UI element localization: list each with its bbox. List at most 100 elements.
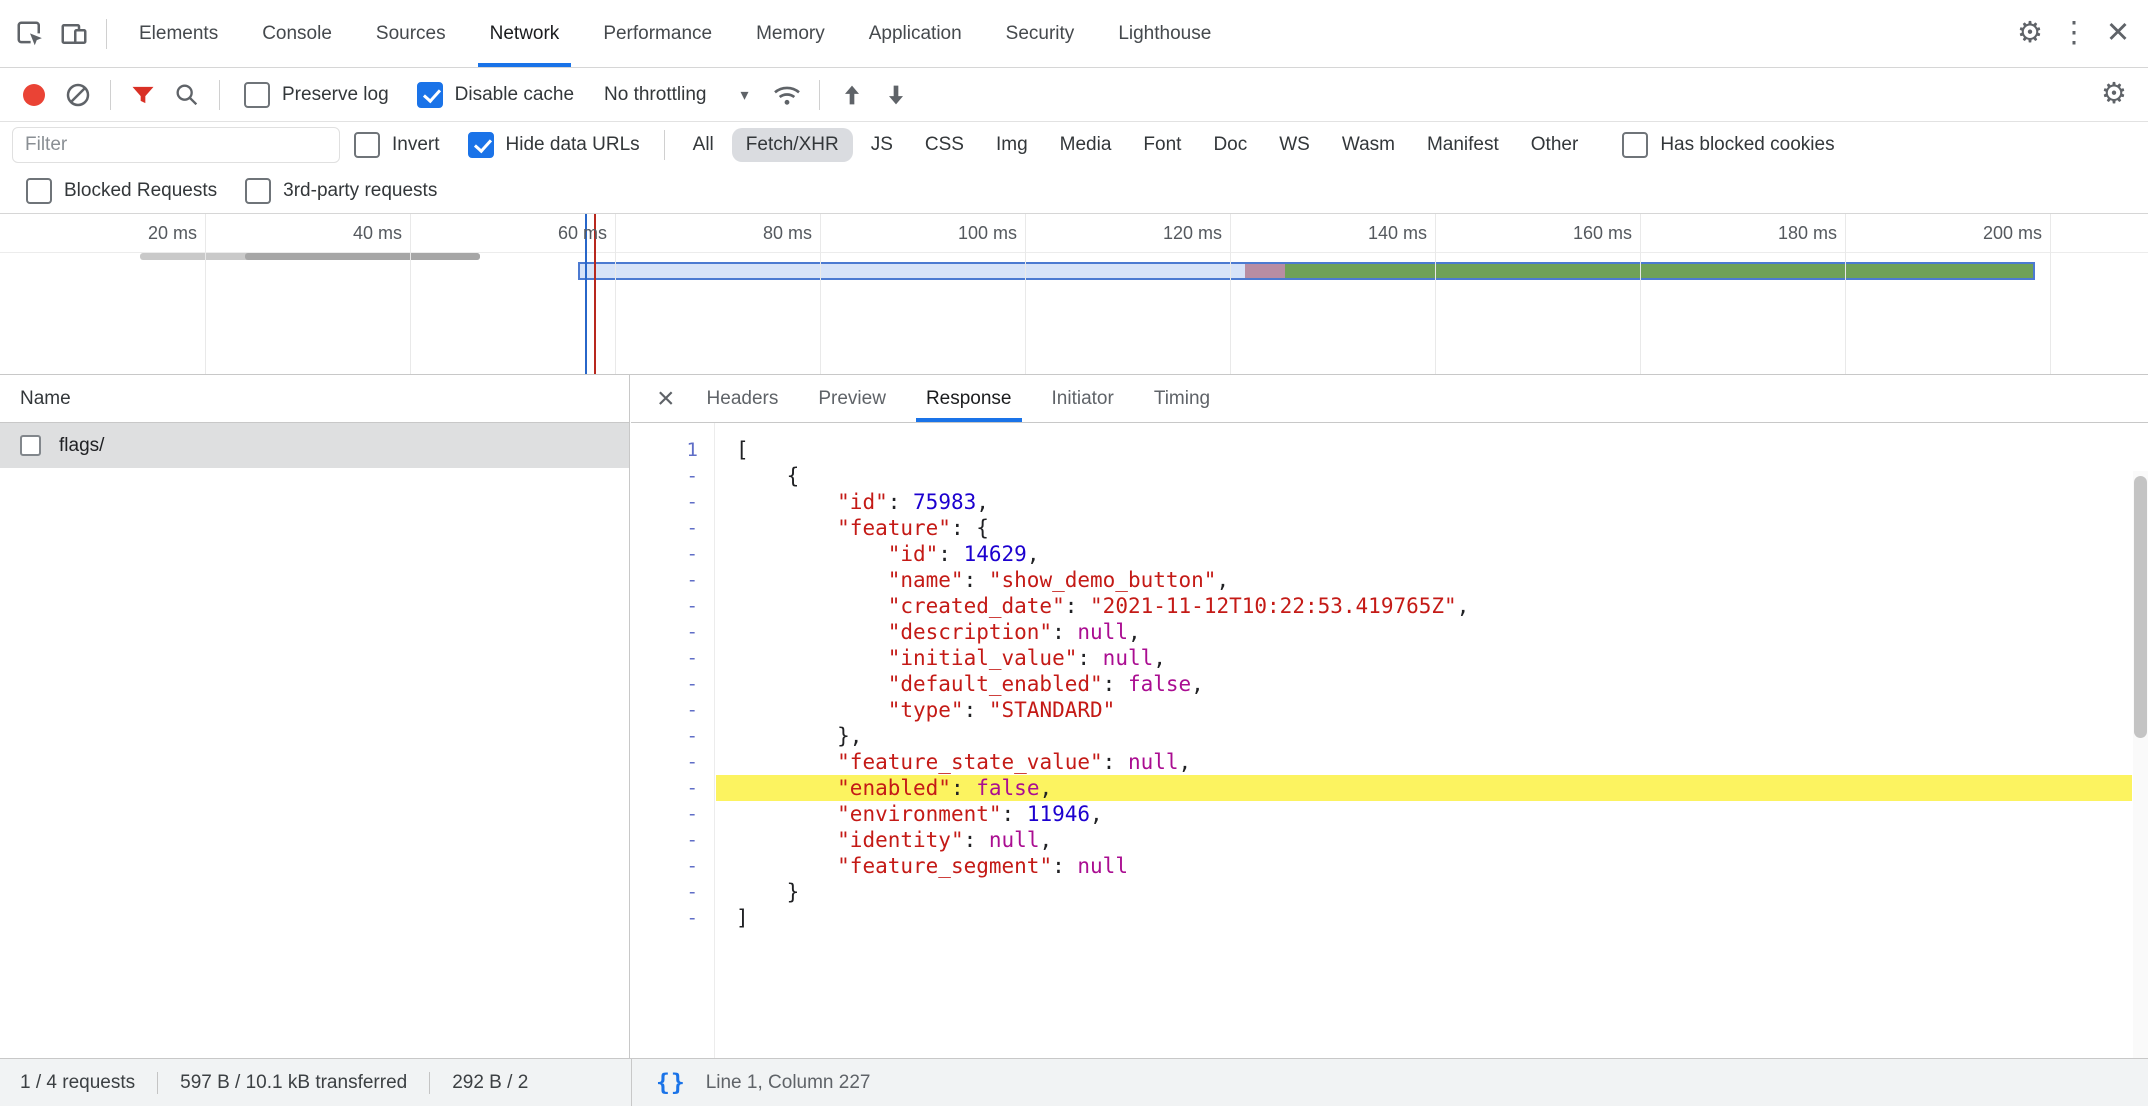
- filter-input[interactable]: [12, 127, 340, 163]
- import-har-icon[interactable]: [830, 73, 874, 117]
- network-toolbar: Preserve log Disable cache No throttling…: [0, 68, 2148, 122]
- checkbox-label: Hide data URLs: [506, 134, 640, 156]
- gutter-line-number: -: [631, 463, 714, 489]
- request-checkbox[interactable]: [20, 435, 41, 456]
- cursor-position: Line 1, Column 227: [706, 1072, 871, 1094]
- tab-sources[interactable]: Sources: [354, 0, 468, 67]
- code-line: "feature_segment": null: [716, 853, 2132, 879]
- tab-console[interactable]: Console: [240, 0, 354, 67]
- detail-tab-preview[interactable]: Preview: [798, 375, 906, 422]
- waterfall-download-segment: [1285, 264, 2033, 278]
- filter-type-doc[interactable]: Doc: [1199, 128, 1261, 162]
- code-line: }: [716, 879, 2132, 905]
- hide-data-urls-checkbox[interactable]: Hide data URLs: [468, 132, 640, 158]
- request-row[interactable]: flags/: [0, 423, 629, 468]
- scrollbar-thumb[interactable]: [2134, 476, 2147, 738]
- filter-type-css[interactable]: CSS: [911, 128, 978, 162]
- timeline-overview[interactable]: 20 ms40 ms60 ms80 ms100 ms120 ms140 ms16…: [0, 214, 2148, 375]
- code-line: "id": 14629,: [716, 541, 2132, 567]
- search-icon[interactable]: [165, 73, 209, 117]
- request-list-panel: Name flags/: [0, 375, 630, 1058]
- filter-type-font[interactable]: Font: [1129, 128, 1195, 162]
- timeline-tick-label: 120 ms: [1022, 223, 1222, 244]
- filter-type-media[interactable]: Media: [1046, 128, 1126, 162]
- settings-gear-icon[interactable]: ⚙: [2008, 12, 2052, 56]
- tab-performance[interactable]: Performance: [581, 0, 734, 67]
- preserve-log-checkbox[interactable]: Preserve log: [244, 82, 389, 108]
- code-line: {: [716, 463, 2132, 489]
- more-options-icon[interactable]: ⋮: [2052, 12, 2096, 56]
- code-line: "feature": {: [716, 515, 2132, 541]
- resources-size: 292 B / 2: [452, 1072, 528, 1094]
- blocked-requests-checkbox[interactable]: Blocked Requests: [26, 178, 217, 204]
- filter-type-all[interactable]: All: [679, 128, 728, 162]
- response-viewer[interactable]: 1------------------ [ { "id": 75983, "fe…: [631, 423, 2148, 1058]
- clear-network-log-icon[interactable]: [56, 73, 100, 117]
- detail-tab-response[interactable]: Response: [906, 375, 1032, 422]
- gutter-line-number: -: [631, 879, 714, 905]
- tab-memory[interactable]: Memory: [734, 0, 847, 67]
- code-line: "feature_state_value": null,: [716, 749, 2132, 775]
- filter-bar-row2: Blocked Requests 3rd-party requests: [0, 168, 2148, 214]
- network-settings-gear-icon[interactable]: ⚙: [2092, 73, 2136, 117]
- close-details-icon[interactable]: ×: [645, 384, 687, 414]
- code-lines[interactable]: [ { "id": 75983, "feature": { "id": 1462…: [716, 423, 2132, 1058]
- checkbox-box: [1622, 132, 1648, 158]
- filter-type-manifest[interactable]: Manifest: [1413, 128, 1513, 162]
- inspect-element-icon[interactable]: [8, 12, 52, 56]
- status-bar: 1 / 4 requests 597 B / 10.1 kB transferr…: [0, 1058, 2148, 1106]
- export-har-icon[interactable]: [874, 73, 918, 117]
- detail-tab-initiator[interactable]: Initiator: [1032, 375, 1134, 422]
- has-blocked-cookies-checkbox[interactable]: Has blocked cookies: [1622, 132, 1834, 158]
- code-gutter: 1------------------: [631, 423, 715, 1058]
- filter-type-ws[interactable]: WS: [1265, 128, 1324, 162]
- timeline-tick-label: 60 ms: [407, 223, 607, 244]
- filter-funnel-icon[interactable]: [121, 73, 165, 117]
- network-conditions-icon[interactable]: [765, 73, 809, 117]
- filter-type-js[interactable]: JS: [857, 128, 907, 162]
- throttling-dropdown[interactable]: No throttling ▾: [604, 84, 748, 106]
- request-details-panel: × HeadersPreviewResponseInitiatorTiming …: [631, 375, 2148, 1058]
- column-header-label: Name: [20, 388, 71, 410]
- checkbox-box: [468, 132, 494, 158]
- gutter-line-number: -: [631, 697, 714, 723]
- detail-tab-timing[interactable]: Timing: [1134, 375, 1230, 422]
- gutter-line-number: -: [631, 853, 714, 879]
- requests-count: 1 / 4 requests: [20, 1072, 135, 1094]
- tab-security[interactable]: Security: [984, 0, 1097, 67]
- timeline-tick-label: 80 ms: [612, 223, 812, 244]
- disable-cache-checkbox[interactable]: Disable cache: [417, 82, 574, 108]
- tab-application[interactable]: Application: [847, 0, 984, 67]
- vertical-scrollbar[interactable]: [2133, 471, 2148, 1058]
- close-devtools-icon[interactable]: ✕: [2096, 12, 2140, 56]
- gutter-line-number: -: [631, 827, 714, 853]
- filter-type-img[interactable]: Img: [982, 128, 1042, 162]
- timeline-tick-label: 200 ms: [1842, 223, 2042, 244]
- third-party-requests-checkbox[interactable]: 3rd-party requests: [245, 178, 437, 204]
- code-line: [: [716, 437, 2132, 463]
- code-line: "id": 75983,: [716, 489, 2132, 515]
- device-toolbar-icon[interactable]: [52, 12, 96, 56]
- detail-tab-headers[interactable]: Headers: [687, 375, 799, 422]
- filter-type-wasm[interactable]: Wasm: [1328, 128, 1409, 162]
- checkbox-label: 3rd-party requests: [283, 180, 437, 202]
- timeline-tick-label: 20 ms: [0, 223, 197, 244]
- timeline-tick-label: 40 ms: [202, 223, 402, 244]
- record-network-log-icon[interactable]: [12, 73, 56, 117]
- pretty-print-icon[interactable]: {}: [656, 1070, 686, 1096]
- tab-lighthouse[interactable]: Lighthouse: [1096, 0, 1233, 67]
- column-header-name[interactable]: Name: [0, 375, 629, 423]
- detail-tabbar: × HeadersPreviewResponseInitiatorTiming: [631, 375, 2148, 423]
- waterfall-gray-bar-dark: [245, 253, 480, 260]
- resource-type-filters: AllFetch/XHRJSCSSImgMediaFontDocWSWasmMa…: [679, 128, 1593, 162]
- gutter-line-number: -: [631, 593, 714, 619]
- main-tabbar: ElementsConsoleSourcesNetworkPerformance…: [0, 0, 2148, 68]
- transferred-size: 597 B / 10.1 kB transferred: [180, 1072, 407, 1094]
- filter-type-other[interactable]: Other: [1517, 128, 1593, 162]
- gutter-line-number: -: [631, 723, 714, 749]
- tab-network[interactable]: Network: [468, 0, 582, 67]
- code-line: ]: [716, 905, 2132, 931]
- invert-checkbox[interactable]: Invert: [354, 132, 440, 158]
- filter-type-fetch-xhr[interactable]: Fetch/XHR: [732, 128, 853, 162]
- tab-elements[interactable]: Elements: [117, 0, 240, 67]
